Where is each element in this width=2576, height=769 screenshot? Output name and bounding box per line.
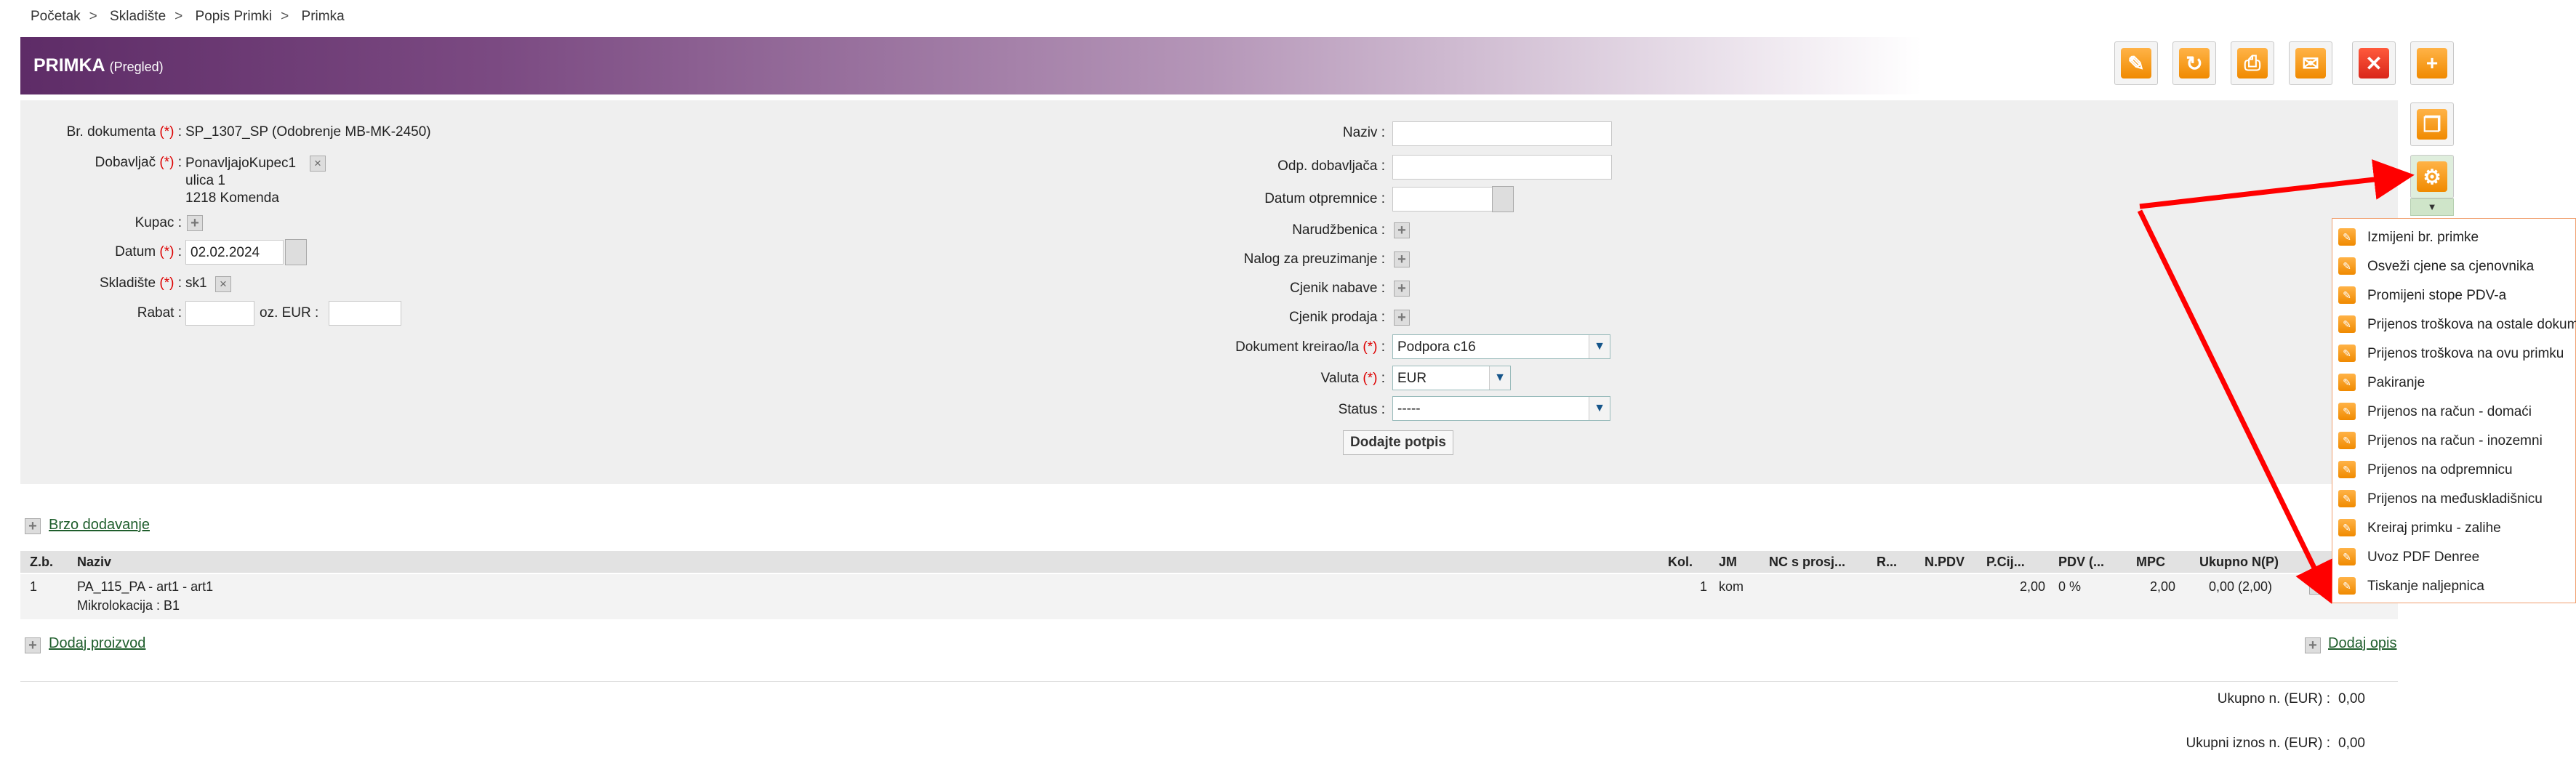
- annotation-arrow-to-gear: [2139, 159, 2415, 209]
- annotation-arrow-to-menu-item: [2137, 209, 2332, 604]
- annotation-arrows: [2137, 159, 2415, 604]
